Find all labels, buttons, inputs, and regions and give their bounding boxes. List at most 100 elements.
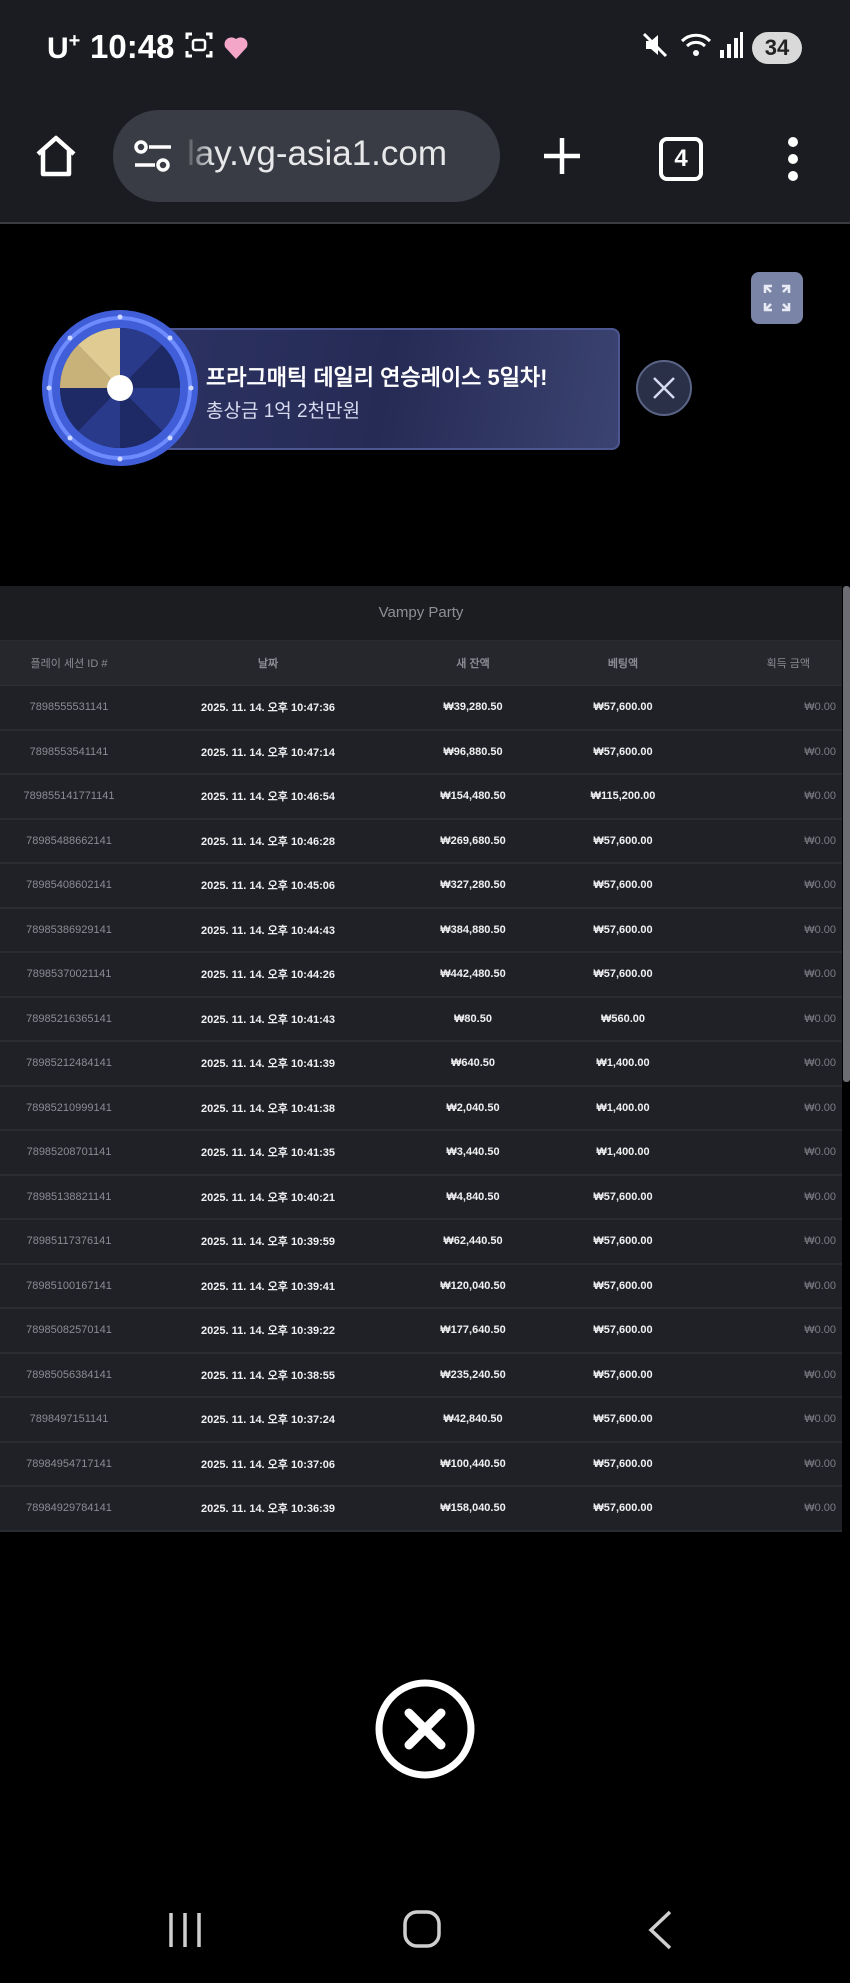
cell-bet: ₩57,600.00 [593,1235,653,1248]
cell-balance: ₩80.50 [454,1012,492,1025]
cell-balance: ₩62,440.50 [443,1235,503,1248]
more-menu-icon[interactable] [783,136,803,182]
table-row[interactable]: 7898553541141 2025. 11. 14. 오후 10:47:14 ₩9… [0,730,842,775]
cell-session-id: 78984954717141 [26,1457,112,1470]
cell-balance: ₩100,440.50 [440,1457,506,1470]
promo-subtitle: 총상금 1억 2천만원 [206,401,361,422]
cell-session-id: 7898553541141 [29,745,109,758]
table-row[interactable]: 78985082570141 2025. 11. 14. 오후 10:39:22 ₩… [0,1309,842,1354]
cell-balance: ₩4,840.50 [446,1190,500,1203]
cell-date: 2025. 11. 14. 오후 10:46:54 [201,791,335,804]
table-row[interactable]: 78984954717141 2025. 11. 14. 오후 10:37:06 ₩… [0,1442,842,1487]
column-header-date: 날짜 [257,658,279,670]
cell-win: ₩0.00 [804,1146,836,1159]
cell-date: 2025. 11. 14. 오후 10:37:06 [201,1458,335,1471]
cell-bet: ₩57,600.00 [593,1190,653,1203]
table-row[interactable]: 78985210999141 2025. 11. 14. 오후 10:41:38 ₩… [0,1086,842,1131]
game-history-table: Vampy Party 플레이 세션 ID # 날짜 새 잔액 베팅액 획득 금… [0,586,842,1532]
cell-balance: ₩42,840.50 [443,1413,503,1426]
cell-bet: ₩57,600.00 [593,701,653,714]
cell-balance: ₩235,240.50 [440,1368,506,1381]
table-row[interactable]: 78985208701141 2025. 11. 14. 오후 10:41:35 ₩… [0,1131,842,1176]
cell-date: 2025. 11. 14. 오후 10:39:41 [201,1280,335,1293]
table-row[interactable]: 78985056384141 2025. 11. 14. 오후 10:38:55 ₩… [0,1353,842,1398]
cell-date: 2025. 11. 14. 오후 10:37:24 [201,1414,335,1427]
cell-session-id: 789855141771141 [23,790,115,803]
table-row[interactable]: 78985100167141 2025. 11. 14. 오후 10:39:41 ₩… [0,1264,842,1309]
cell-bet: ₩57,600.00 [593,834,653,847]
cell-date: 2025. 11. 14. 오후 10:45:06 [201,880,335,893]
promo-close-button[interactable] [636,360,692,416]
cell-session-id: 78985212484141 [26,1057,112,1070]
expand-icon [763,284,791,312]
cell-bet: ₩57,600.00 [593,745,653,758]
home-icon[interactable] [32,132,80,180]
carrier-label: U+ [47,30,81,65]
cell-balance: ₩327,280.50 [440,879,506,892]
fullscreen-button[interactable] [751,272,803,324]
cell-win: ₩0.00 [804,1368,836,1381]
cell-bet: ₩57,600.00 [593,879,653,892]
cell-session-id: 78985100167141 [26,1279,112,1292]
url-text[interactable]: lay.vg-asia1.com [187,134,487,174]
battery-indicator: 34 [752,32,802,64]
status-bar: U+ 10:48 34 [0,0,850,96]
cell-session-id: 7898555531141 [29,701,109,714]
table-row[interactable]: 78985386929141 2025. 11. 14. 오후 10:44:43 ₩… [0,908,842,953]
cell-bet: ₩560.00 [600,1012,646,1025]
table-row[interactable]: 7898555531141 2025. 11. 14. 오후 10:47:36 ₩3… [0,686,842,731]
cell-session-id: 78985056384141 [26,1368,112,1381]
table-row[interactable]: 78984929784141 2025. 11. 14. 오후 10:36:39 ₩… [0,1487,842,1532]
cell-balance: ₩96,880.50 [443,745,503,758]
table-row[interactable]: 78985408602141 2025. 11. 14. 오후 10:45:06 ₩… [0,864,842,909]
cell-win: ₩0.00 [804,923,836,936]
cell-balance: ₩640.50 [450,1057,496,1070]
signal-icon [720,32,743,58]
table-row[interactable]: 78985212484141 2025. 11. 14. 오후 10:41:39 ₩… [0,1042,842,1087]
site-settings-icon[interactable] [133,138,173,174]
close-icon [653,377,675,399]
cell-session-id: 78985138821141 [26,1190,112,1203]
cell-win: ₩0.00 [804,834,836,847]
cell-date: 2025. 11. 14. 오후 10:41:38 [201,1102,335,1115]
cell-date: 2025. 11. 14. 오후 10:44:43 [201,924,335,937]
cell-date: 2025. 11. 14. 오후 10:39:22 [201,1325,335,1338]
table-row[interactable]: 78985216365141 2025. 11. 14. 오후 10:41:43 ₩… [0,997,842,1042]
cell-win: ₩0.00 [804,745,836,758]
promo-card[interactable]: 프라그매틱 데일리 연승레이스 5일차! 총상금 1억 2천만원 [152,328,620,450]
cell-bet: ₩1,400.00 [596,1101,650,1114]
cell-session-id: 78985210999141 [26,1101,112,1114]
cell-win: ₩0.00 [804,1502,836,1515]
promo-banner[interactable]: 프라그매틱 데일리 연승레이스 5일차! 총상금 1억 2천만원 [40,308,620,468]
cell-date: 2025. 11. 14. 오후 10:47:36 [201,702,335,715]
cell-win: ₩0.00 [804,1279,836,1292]
table-row[interactable]: 7898497151141 2025. 11. 14. 오후 10:37:24 ₩4… [0,1398,842,1443]
recent-apps-icon[interactable] [165,1911,205,1949]
cell-balance: ₩269,680.50 [440,834,506,847]
cell-balance: ₩3,440.50 [446,1146,500,1159]
clock: 10:48 [90,28,175,65]
cell-win: ₩0.00 [804,1012,836,1025]
home-nav-icon[interactable] [402,1909,442,1949]
table-row[interactable]: 78985488662141 2025. 11. 14. 오후 10:46:28 ₩… [0,819,842,864]
column-header-win: 획득 금액 [766,658,810,670]
close-history-button[interactable] [374,1678,476,1780]
cell-win: ₩0.00 [804,790,836,803]
address-bar[interactable]: lay.vg-asia1.com [113,110,500,202]
cell-date: 2025. 11. 14. 오후 10:41:43 [201,1013,335,1026]
table-row[interactable]: 78985117376141 2025. 11. 14. 오후 10:39:59 ₩… [0,1220,842,1265]
new-tab-icon[interactable] [538,132,586,180]
table-row[interactable]: 789855141771141 2025. 11. 14. 오후 10:46:54… [0,775,842,820]
cell-date: 2025. 11. 14. 오후 10:47:14 [201,746,335,759]
table-scrollbar[interactable] [843,586,850,1082]
tab-switcher-button[interactable]: 4 [659,137,703,181]
mute-icon [642,32,668,58]
table-row[interactable]: 78985370021141 2025. 11. 14. 오후 10:44:26 ₩… [0,953,842,998]
cell-date: 2025. 11. 14. 오후 10:40:21 [201,1191,335,1204]
back-icon[interactable] [646,1909,674,1951]
table-row[interactable]: 78985138821141 2025. 11. 14. 오후 10:40:21 ₩… [0,1175,842,1220]
column-header-balance: 새 잔액 [456,658,490,670]
cell-win: ₩0.00 [804,1101,836,1114]
cell-balance: ₩177,640.50 [440,1324,506,1337]
cell-session-id: 7898497151141 [29,1413,109,1426]
